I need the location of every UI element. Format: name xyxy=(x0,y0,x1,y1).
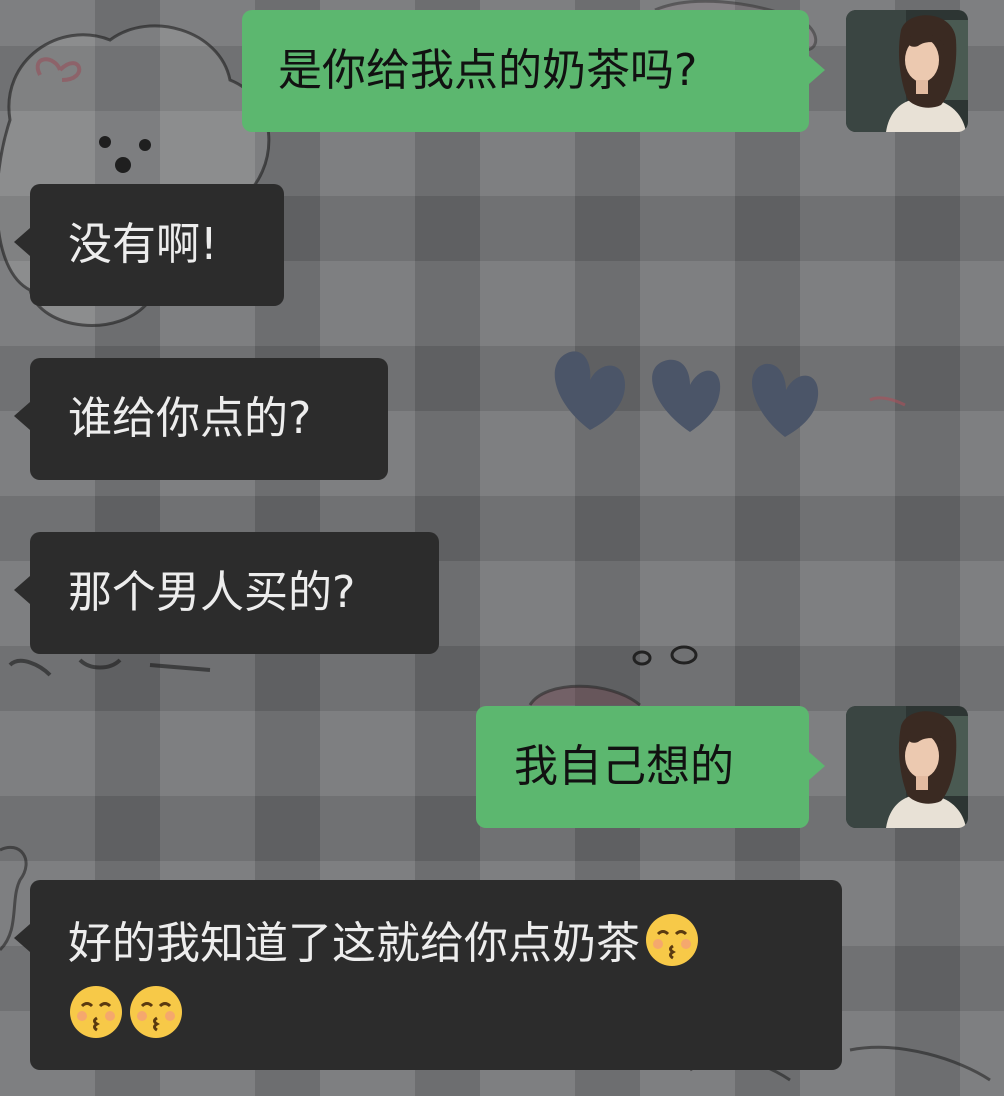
heart-doodle xyxy=(652,359,721,432)
outgoing-message-bubble[interactable]: 是你给我点的奶茶吗? xyxy=(242,10,825,132)
message-text: 谁给你点的? xyxy=(68,393,312,444)
message-text: 好的我知道了这就给你点奶茶 xyxy=(68,918,640,969)
incoming-message-bubble[interactable]: 谁给你点的? xyxy=(14,358,388,480)
incoming-message-bubble[interactable]: 没有啊! xyxy=(14,184,284,306)
kissing-face-with-smiling-eyes-icon xyxy=(644,912,700,968)
emoji-line xyxy=(68,984,804,1046)
avatar[interactable] xyxy=(846,10,968,132)
kissing-face-with-smiling-eyes-icon xyxy=(68,984,124,1040)
avatar[interactable] xyxy=(846,706,968,828)
incoming-message-bubble[interactable]: 那个男人买的? xyxy=(14,532,439,654)
girl-portrait-avatar xyxy=(846,10,968,132)
message-text: 那个男人买的? xyxy=(68,567,356,618)
outgoing-message-bubble[interactable]: 我自己想的 xyxy=(476,706,825,828)
kissing-face-with-smiling-eyes-icon xyxy=(128,984,184,1040)
incoming-message-bubble[interactable]: 好的我知道了这就给你点奶茶 xyxy=(14,880,842,1070)
message-text: 没有啊! xyxy=(68,219,218,270)
message-text: 我自己想的 xyxy=(514,741,734,792)
girl-portrait-avatar xyxy=(846,706,968,828)
message-line: 好的我知道了这就给你点奶茶 xyxy=(68,912,804,974)
message-text: 是你给我点的奶茶吗? xyxy=(278,45,698,96)
heart-doodle xyxy=(751,363,819,437)
heart-doodle xyxy=(554,351,625,430)
